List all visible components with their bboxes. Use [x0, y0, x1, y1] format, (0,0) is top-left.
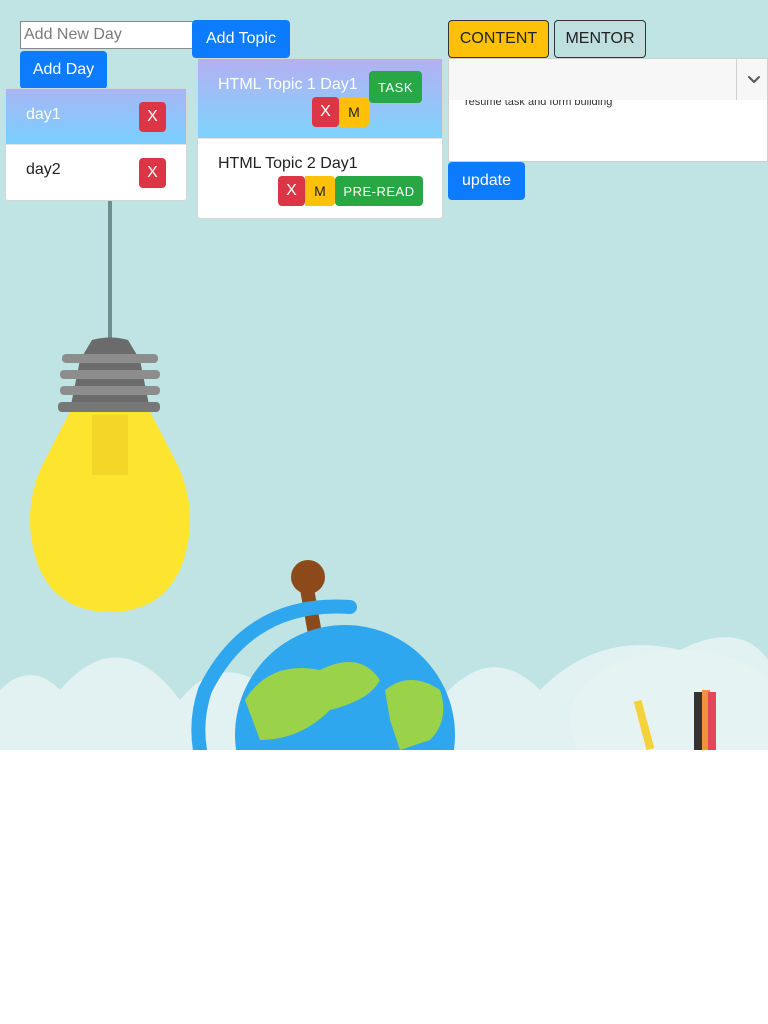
delete-day-button[interactable]: X	[139, 102, 166, 132]
modify-topic-button[interactable]: M	[305, 176, 335, 206]
update-button[interactable]: update	[448, 162, 525, 200]
content-select[interactable]	[448, 58, 768, 102]
topic-label: HTML Topic 2 Day1	[218, 155, 358, 172]
modify-topic-button[interactable]: M	[339, 97, 369, 127]
topic-label: HTML Topic 1 Day1	[218, 76, 358, 93]
select-divider	[736, 59, 737, 101]
day-list-item[interactable]: day1 X	[6, 89, 186, 145]
topic-type-badge: PRE-READ	[335, 176, 423, 206]
topic-type-badge: TASK	[369, 71, 422, 103]
delete-topic-button[interactable]: X	[278, 176, 305, 206]
day-list: day1 X day2 X	[5, 88, 187, 201]
add-topic-button[interactable]: Add Topic	[192, 20, 290, 58]
add-day-button[interactable]: Add Day	[20, 51, 107, 89]
tab-mentor[interactable]: MENTOR	[554, 20, 646, 58]
add-new-day-input[interactable]	[20, 21, 196, 49]
content-textarea[interactable]: resume task and form building	[448, 100, 768, 162]
chevron-down-icon[interactable]	[744, 69, 764, 89]
delete-day-button[interactable]: X	[139, 158, 166, 188]
tab-content[interactable]: CONTENT	[448, 20, 549, 58]
day-label: day2	[26, 161, 61, 178]
day-list-item[interactable]: day2 X	[6, 145, 186, 201]
content-text: resume task and form building	[465, 100, 613, 108]
topic-list-item[interactable]: HTML Topic 1 Day1 TASK X M	[198, 59, 442, 139]
day-label: day1	[26, 106, 61, 123]
topic-list-item[interactable]: HTML Topic 2 Day1 X M PRE-READ	[198, 139, 442, 219]
topic-list: HTML Topic 1 Day1 TASK X M HTML Topic 2 …	[197, 58, 443, 219]
delete-topic-button[interactable]: X	[312, 97, 339, 127]
